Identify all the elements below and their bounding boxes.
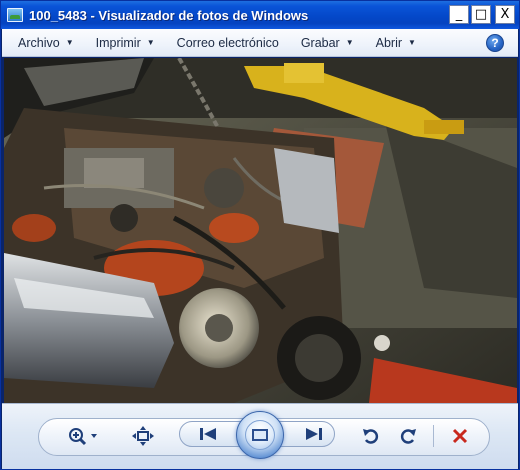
- maximize-button[interactable]: □: [471, 5, 491, 24]
- chevron-down-icon: ▼: [345, 38, 354, 47]
- help-button[interactable]: ?: [486, 34, 504, 52]
- slideshow-icon: [252, 429, 268, 441]
- window-title: 100_5483 - Visualizador de fotos de Wind…: [29, 7, 309, 23]
- window-controls: _ □ X: [449, 5, 515, 24]
- menu-abrir-label: Abrir: [375, 35, 403, 50]
- delete-button[interactable]: [447, 425, 473, 447]
- menu-correo[interactable]: Correo electrónico: [177, 36, 279, 50]
- delete-icon: [452, 428, 468, 444]
- actual-size-button[interactable]: [129, 425, 157, 447]
- toolbar-separator: [433, 425, 434, 447]
- menu-imprimir[interactable]: Imprimir ▼: [96, 36, 155, 50]
- rotate-counterclockwise-button[interactable]: [359, 425, 383, 447]
- photo-engine-bay-image: [4, 58, 517, 403]
- menu-archivo-label: Archivo: [18, 35, 60, 50]
- chevron-down-icon: ▼: [408, 38, 416, 47]
- actual-size-icon: [132, 426, 154, 446]
- menu-abrir[interactable]: Abrir ▼: [376, 36, 416, 50]
- zoom-icon: [69, 428, 97, 446]
- chevron-down-icon: ▼: [146, 38, 155, 47]
- menu-archivo[interactable]: Archivo ▼: [18, 36, 74, 50]
- previous-icon: [200, 428, 216, 440]
- help-icon: ?: [491, 36, 499, 50]
- photo-viewer-app-icon: [7, 8, 23, 22]
- title-bar[interactable]: 100_5483 - Visualizador de fotos de Wind…: [1, 1, 519, 29]
- slideshow-button[interactable]: [236, 411, 284, 459]
- menu-grabar-label: Grabar: [300, 35, 340, 50]
- zoom-button[interactable]: [63, 425, 103, 447]
- photo-viewer-window: 100_5483 - Visualizador de fotos de Wind…: [0, 0, 520, 470]
- chevron-down-icon: ▼: [65, 38, 74, 47]
- next-icon: [306, 428, 322, 440]
- slideshow-button-inner: [245, 420, 275, 450]
- menu-imprimir-label: Imprimir: [95, 35, 141, 50]
- maximize-icon: □: [474, 7, 488, 22]
- menu-grabar[interactable]: Grabar ▼: [301, 36, 354, 50]
- rotate-clockwise-icon: [400, 429, 416, 444]
- rotate-clockwise-button[interactable]: [396, 425, 420, 447]
- menu-correo-label: Correo electrónico: [176, 35, 279, 50]
- rotate-counterclockwise-icon: [363, 429, 379, 444]
- next-button[interactable]: [297, 425, 331, 443]
- close-icon: X: [500, 7, 510, 22]
- menu-bar: Archivo ▼ Imprimir ▼ Correo electrónico Gr…: [2, 29, 518, 57]
- previous-button[interactable]: [191, 425, 225, 443]
- minimize-button[interactable]: _: [449, 5, 469, 24]
- photo-display[interactable]: [4, 58, 517, 403]
- minimize-icon: _: [455, 7, 463, 22]
- close-button[interactable]: X: [495, 5, 515, 24]
